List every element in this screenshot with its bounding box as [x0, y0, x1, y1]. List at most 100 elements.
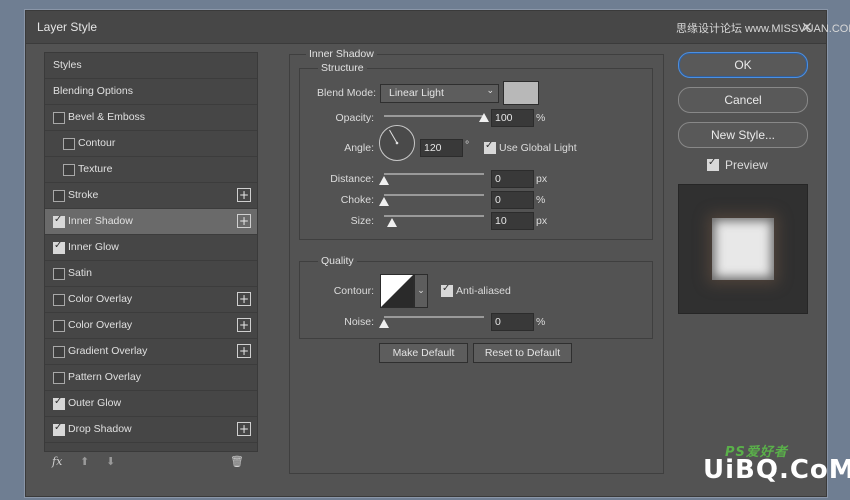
quality-title: Quality	[318, 255, 357, 267]
contour-picker[interactable]	[380, 274, 414, 308]
opacity-value: 100	[495, 112, 513, 124]
inner-shadow-title: Inner Shadow	[306, 48, 377, 60]
size-slider-thumb[interactable]	[387, 218, 397, 227]
choke-value: 0	[495, 194, 501, 206]
sidebar-item-inner-glow[interactable]: Inner Glow	[45, 235, 257, 261]
add-effect-icon[interactable]: +	[237, 188, 251, 202]
sidebar-item-color-overlay[interactable]: Color Overlay +	[45, 313, 257, 339]
sidebar-item-satin[interactable]: Satin	[45, 261, 257, 287]
noise-slider-thumb[interactable]	[379, 319, 389, 328]
sidebar-item-label: Inner Shadow	[68, 215, 133, 227]
sidebar-item-label: Gradient Overlay	[68, 345, 148, 357]
sidebar-item-color-overlay[interactable]: Color Overlay +	[45, 287, 257, 313]
sidebar-item-label: Stroke	[68, 189, 99, 201]
sidebar-item-label: Pattern Overlay	[68, 371, 141, 383]
preview-label: Preview	[725, 158, 768, 172]
style-list-footer: fx ⬆ ⬇ 🗑	[44, 451, 256, 476]
sidebar-item-blending-options[interactable]: Blending Options	[45, 79, 257, 105]
anti-aliased-checkbox[interactable]	[441, 283, 453, 297]
cancel-button[interactable]: Cancel	[678, 87, 808, 113]
angle-unit: °	[465, 139, 470, 151]
sidebar-item-contour[interactable]: Contour	[45, 131, 257, 157]
blend-mode-select[interactable]: Linear Light ⌄	[380, 84, 499, 103]
make-default-button[interactable]: Make Default	[379, 343, 468, 363]
sidebar-item-label: Outer Glow	[68, 397, 122, 409]
sidebar-item-inner-shadow[interactable]: Inner Shadow +	[45, 209, 257, 235]
opacity-input[interactable]: 100	[491, 109, 534, 127]
size-slider-track[interactable]	[384, 215, 484, 217]
angle-label: Angle:	[344, 142, 374, 154]
distance-slider-track[interactable]	[384, 173, 484, 175]
distance-unit: px	[536, 173, 548, 185]
sidebar-item-checkbox[interactable]	[53, 294, 65, 306]
distance-input[interactable]: 0	[491, 170, 534, 188]
layer-style-dialog: Layer Style 思缘设计论坛 www.MISSVUAN.COM ✕ St…	[25, 10, 850, 497]
sidebar-item-checkbox[interactable]	[53, 346, 65, 358]
sidebar-item-checkbox[interactable]	[53, 396, 65, 410]
fx-icon[interactable]: fx	[52, 455, 62, 468]
sidebar-item-drop-shadow[interactable]: Drop Shadow +	[45, 417, 257, 443]
size-label: Size:	[350, 215, 374, 227]
anti-aliased-label: Anti-aliased	[456, 285, 511, 297]
title-bar[interactable]: Layer Style 思缘设计论坛 www.MISSVUAN.COM ✕	[26, 11, 850, 44]
noise-label: Noise:	[344, 316, 374, 328]
choke-slider-track[interactable]	[384, 194, 484, 196]
sidebar-item-styles[interactable]: Styles	[45, 53, 257, 79]
sidebar-item-label: Blending Options	[53, 85, 133, 97]
trash-icon[interactable]: 🗑	[230, 455, 244, 468]
distance-slider-thumb[interactable]	[379, 176, 389, 185]
sidebar-item-gradient-overlay[interactable]: Gradient Overlay +	[45, 339, 257, 365]
sidebar-item-bevel-emboss[interactable]: Bevel & Emboss	[45, 105, 257, 131]
blend-mode-value: Linear Light	[389, 87, 444, 99]
noise-slider-track[interactable]	[384, 316, 484, 318]
shadow-color-swatch[interactable]	[503, 81, 539, 105]
sidebar-item-checkbox[interactable]	[53, 240, 65, 254]
noise-value: 0	[495, 316, 501, 328]
contour-linear-icon	[381, 275, 413, 307]
noise-input[interactable]: 0	[491, 313, 534, 331]
add-effect-icon[interactable]: +	[237, 344, 251, 358]
choke-input[interactable]: 0	[491, 191, 534, 209]
sidebar-item-checkbox[interactable]	[63, 164, 75, 176]
use-global-light-checkbox[interactable]	[484, 140, 496, 154]
size-unit: px	[536, 215, 548, 227]
sidebar-item-checkbox[interactable]	[53, 268, 65, 280]
ok-button[interactable]: OK	[678, 52, 808, 78]
move-up-icon[interactable]: ⬆	[80, 455, 89, 468]
sidebar-item-checkbox[interactable]	[53, 372, 65, 384]
opacity-slider-thumb[interactable]	[479, 113, 489, 122]
sidebar-item-checkbox[interactable]	[53, 214, 65, 228]
choke-slider-thumb[interactable]	[379, 197, 389, 206]
opacity-slider-track[interactable]	[384, 115, 484, 117]
sidebar-item-pattern-overlay[interactable]: Pattern Overlay	[45, 365, 257, 391]
angle-input[interactable]: 120	[420, 139, 463, 157]
size-input[interactable]: 10	[491, 212, 534, 230]
contour-dropdown[interactable]: ⌄	[414, 274, 428, 308]
reset-to-default-button[interactable]: Reset to Default	[473, 343, 572, 363]
contour-label: Contour:	[333, 285, 374, 297]
quality-group: Quality Contour: ⌄ Anti-aliased Noise: 0…	[299, 255, 653, 339]
sidebar-item-checkbox[interactable]	[53, 190, 65, 202]
move-down-icon[interactable]: ⬇	[106, 455, 115, 468]
distance-value: 0	[495, 173, 501, 185]
preview-checkbox[interactable]	[707, 157, 719, 171]
opacity-label: Opacity:	[335, 112, 374, 124]
preview-swatch	[712, 218, 774, 280]
close-icon[interactable]: ✕	[799, 19, 815, 35]
sidebar-item-texture[interactable]: Texture	[45, 157, 257, 183]
new-style-button[interactable]: New Style...	[678, 122, 808, 148]
sidebar-item-label: Contour	[78, 137, 116, 149]
sidebar-item-checkbox[interactable]	[53, 320, 65, 332]
sidebar-item-checkbox[interactable]	[53, 112, 65, 124]
add-effect-icon[interactable]: +	[237, 318, 251, 332]
angle-dial[interactable]	[379, 125, 415, 161]
sidebar-item-checkbox[interactable]	[63, 138, 75, 150]
add-effect-icon[interactable]: +	[237, 214, 251, 228]
sidebar-item-checkbox[interactable]	[53, 422, 65, 436]
chevron-down-icon: ⌄	[486, 86, 494, 96]
add-effect-icon[interactable]: +	[237, 292, 251, 306]
chevron-down-icon: ⌄	[417, 286, 425, 296]
sidebar-item-stroke[interactable]: Stroke +	[45, 183, 257, 209]
sidebar-item-outer-glow[interactable]: Outer Glow	[45, 391, 257, 417]
add-effect-icon[interactable]: +	[237, 422, 251, 436]
